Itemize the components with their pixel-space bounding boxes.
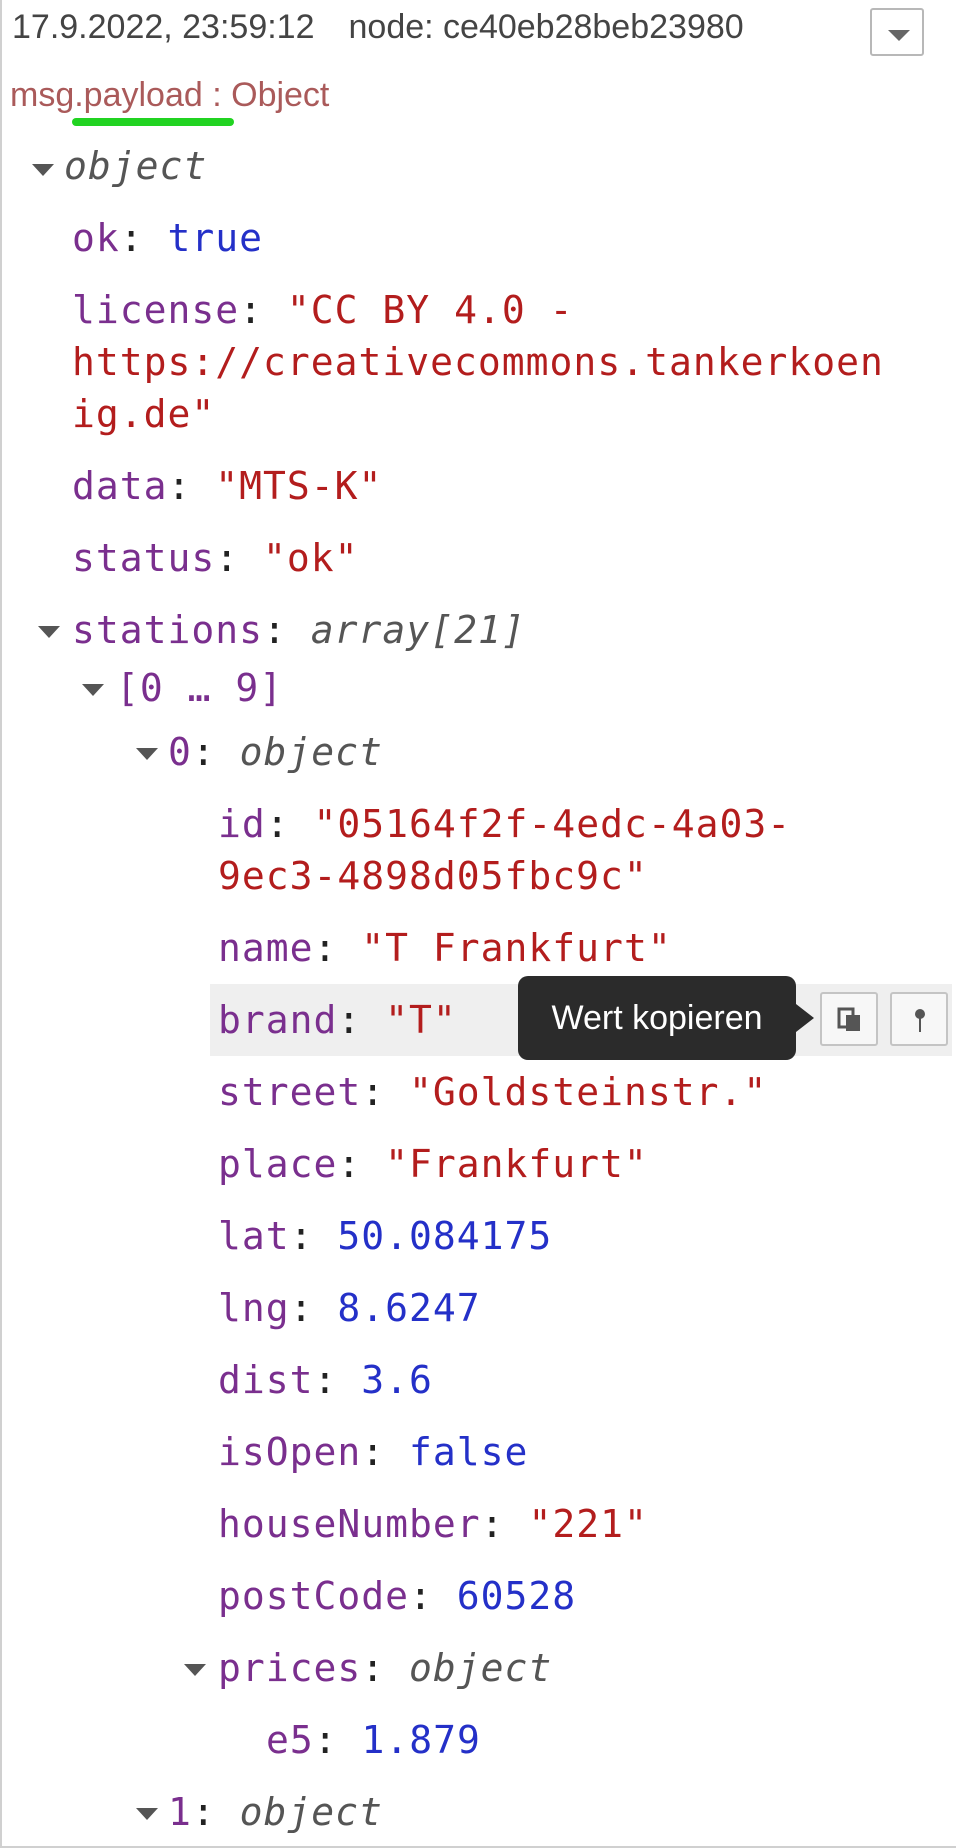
tree-row-license[interactable]: license: "CC BY 4.0 - — [72, 288, 573, 332]
tree-row-data[interactable]: data: "MTS-K" — [72, 464, 382, 508]
tree-row-lng[interactable]: lng: 8.6247 — [218, 1286, 481, 1330]
license-value-line: ig.de" — [72, 392, 216, 436]
tree-row-item-1[interactable]: 1: object — [168, 1790, 383, 1834]
tree-row-item-0[interactable]: 0: object — [168, 730, 383, 774]
expand-toggle-icon[interactable] — [38, 626, 60, 638]
license-value-line: https://creativecommons.tankerkoen — [72, 340, 884, 384]
copy-value-button[interactable] — [820, 992, 878, 1046]
message-menu-button[interactable] — [870, 8, 924, 56]
tree-row-range[interactable]: [0 … 9] — [116, 666, 283, 710]
expand-toggle-icon[interactable] — [136, 748, 158, 760]
tree-row-housenumber[interactable]: houseNumber: "221" — [218, 1502, 648, 1546]
expand-toggle-icon[interactable] — [82, 684, 104, 696]
chevron-down-icon — [888, 30, 910, 41]
pin-icon — [915, 1009, 925, 1032]
id-value-line: 9ec3-4898d05fbc9c" — [218, 854, 648, 898]
message-timestamp: 17.9.2022, 23:59:12 — [12, 8, 315, 46]
highlight-underline — [72, 118, 234, 126]
root-type[interactable]: object — [64, 144, 207, 188]
tree-row-status[interactable]: status: "ok" — [72, 536, 359, 580]
tree-row-isopen[interactable]: isOpen: false — [218, 1430, 528, 1474]
pin-button[interactable] — [890, 992, 948, 1046]
message-node-id[interactable]: node: ce40eb28beb23980 — [349, 8, 744, 46]
tree-row-id[interactable]: id: "05164f2f-4edc-4a03- — [218, 802, 791, 846]
tree-row-name[interactable]: name: "T Frankfurt" — [218, 926, 672, 970]
tree-row-brand[interactable]: brand: "T" — [218, 998, 457, 1042]
tree-row-lat[interactable]: lat: 50.084175 — [218, 1214, 552, 1258]
tree-row-place[interactable]: place: "Frankfurt" — [218, 1142, 648, 1186]
expand-toggle-icon[interactable] — [136, 1808, 158, 1820]
tree-row-stations[interactable]: stations: array[21] — [72, 608, 526, 652]
tree-row-prices[interactable]: prices: object — [218, 1646, 552, 1690]
message-meta: 17.9.2022, 23:59:12 node: ce40eb28beb2398… — [12, 8, 744, 47]
expand-toggle-icon[interactable] — [184, 1664, 206, 1676]
tree-row-e5[interactable]: e5: 1.879 — [266, 1718, 481, 1762]
copy-icon — [837, 1007, 860, 1031]
expand-toggle-icon[interactable] — [32, 164, 54, 176]
tree-row-ok[interactable]: ok: true — [72, 216, 263, 260]
debug-message-panel — [0, 0, 956, 1848]
tree-row-postcode[interactable]: postCode: 60528 — [218, 1574, 576, 1618]
tree-row-street[interactable]: street: "Goldsteinstr." — [218, 1070, 767, 1114]
message-topic: msg.payload : Object — [10, 76, 330, 114]
copy-value-tooltip: Wert kopieren — [518, 976, 814, 1060]
tree-row-dist[interactable]: dist: 3.6 — [218, 1358, 433, 1402]
